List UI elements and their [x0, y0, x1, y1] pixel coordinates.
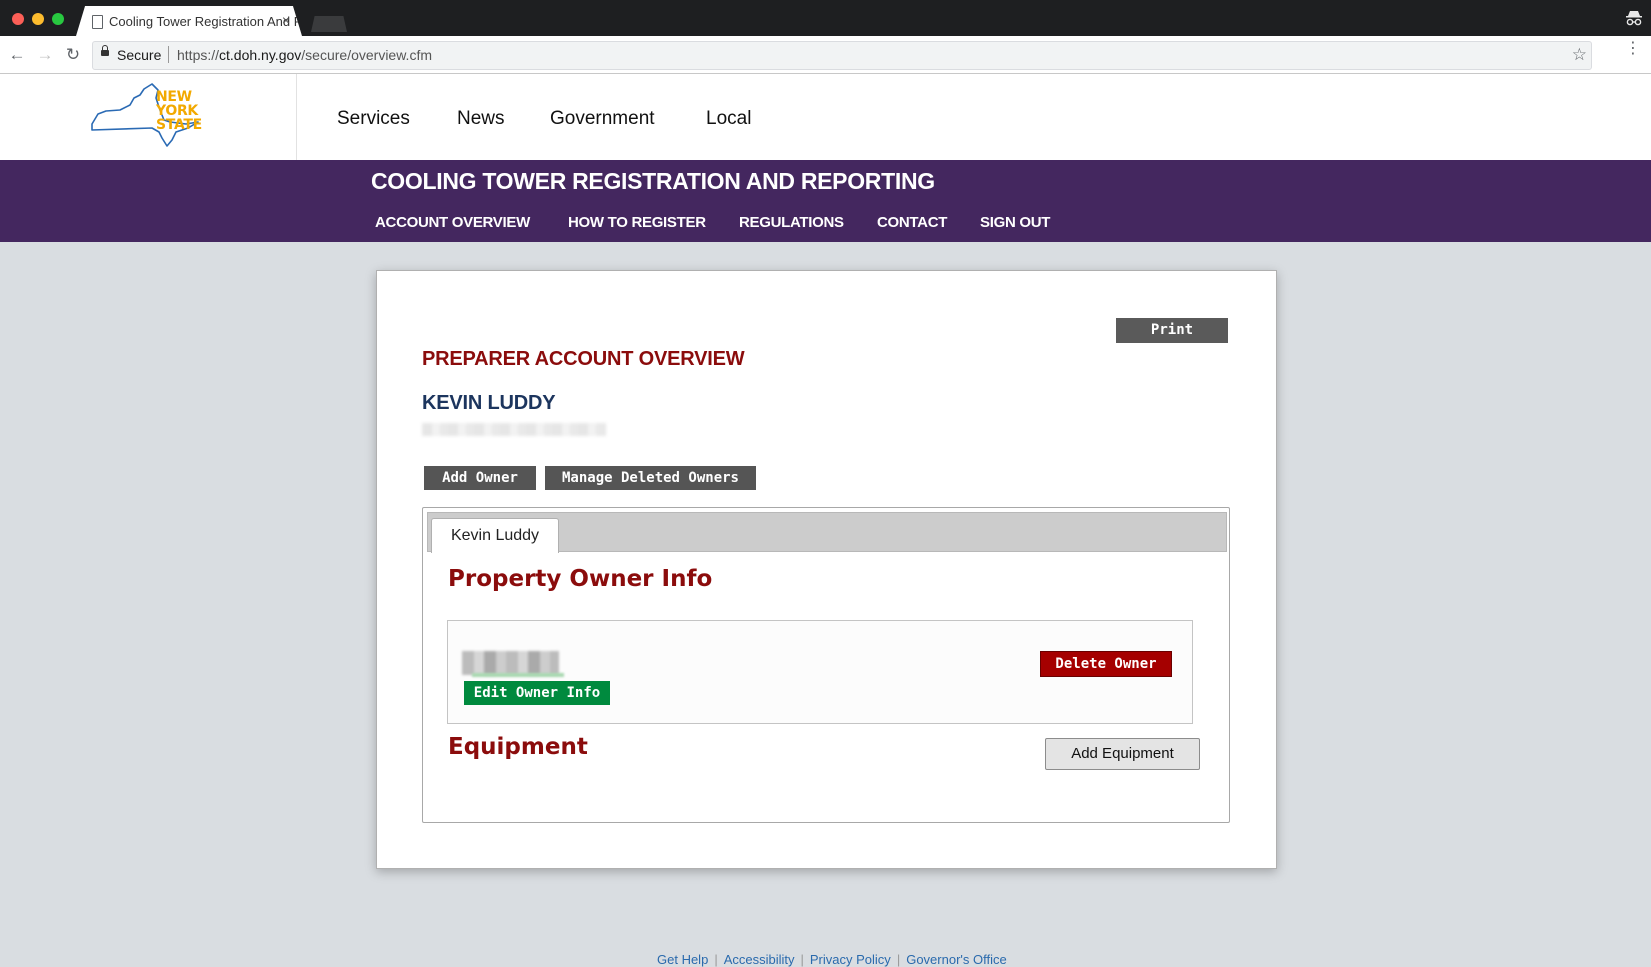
url-text: https://ct.doh.ny.gov/secure/overview.cf…: [177, 47, 432, 63]
subnav-account-overview[interactable]: ACCOUNT OVERVIEW: [375, 214, 530, 231]
page-title: PREPARER ACCOUNT OVERVIEW: [422, 348, 745, 370]
browser-toolbar: ← → ↻ Secure https://ct.doh.ny.gov/secur…: [0, 36, 1651, 74]
owner-tabs-panel: Kevin Luddy Property Owner Info Edit Own…: [422, 507, 1230, 823]
owner-tabs-bar: Kevin Luddy: [427, 512, 1227, 553]
url-separator: [168, 46, 169, 63]
url-host: ct.doh.ny.gov: [219, 47, 302, 63]
subnav-how-to-register[interactable]: HOW TO REGISTER: [568, 214, 706, 231]
nav-local[interactable]: Local: [706, 108, 751, 130]
lock-icon: [101, 45, 109, 56]
logo-line-new: NEW: [156, 89, 192, 105]
url-path: /secure/overview.cfm: [301, 47, 432, 63]
add-equipment-button[interactable]: Add Equipment: [1045, 738, 1200, 770]
app-title: COOLING TOWER REGISTRATION AND REPORTING: [371, 168, 935, 194]
bookmark-star-icon[interactable]: ☆: [1572, 45, 1587, 65]
address-bar[interactable]: Secure https://ct.doh.ny.gov/secure/over…: [92, 41, 1592, 70]
forward-arrow-icon[interactable]: →: [34, 44, 56, 66]
logo-line-york: YORK: [156, 103, 198, 119]
app-banner: COOLING TOWER REGISTRATION AND REPORTING…: [0, 160, 1651, 242]
nav-news[interactable]: News: [457, 108, 505, 130]
edit-owner-info-button[interactable]: Edit Owner Info: [464, 681, 610, 705]
nys-header: NEW YORK STATE Services News Government …: [0, 74, 1651, 160]
owner-info-box: Edit Owner Info Delete Owner: [447, 620, 1193, 724]
manage-deleted-owners-button[interactable]: Manage Deleted Owners: [545, 466, 756, 490]
browser-menu-icon[interactable]: ⋮: [1625, 41, 1641, 57]
subnav-regulations[interactable]: REGULATIONS: [739, 214, 844, 231]
tab-close-icon[interactable]: ×: [282, 12, 290, 28]
subnav-contact[interactable]: CONTACT: [877, 214, 947, 231]
nav-government[interactable]: Government: [550, 108, 655, 130]
preparer-name: KEVIN LUDDY: [422, 392, 556, 414]
add-owner-button[interactable]: Add Owner: [424, 466, 536, 490]
nys-logo[interactable]: NEW YORK STATE: [0, 74, 297, 160]
print-button[interactable]: Print: [1116, 318, 1228, 343]
account-overview-card: Print PREPARER ACCOUNT OVERVIEW KEVIN LU…: [376, 270, 1277, 869]
new-tab-button[interactable]: [311, 16, 347, 32]
url-scheme: https://: [177, 47, 220, 63]
equipment-heading: Equipment: [448, 734, 588, 760]
close-window-button[interactable]: [12, 13, 24, 25]
nav-services[interactable]: Services: [337, 108, 410, 130]
minimize-window-button[interactable]: [32, 13, 44, 25]
reload-icon[interactable]: ↻: [62, 44, 84, 66]
property-owner-info-heading: Property Owner Info: [448, 566, 713, 592]
subnav-sign-out[interactable]: SIGN OUT: [980, 214, 1050, 231]
secure-label: Secure: [117, 47, 162, 63]
browser-tab[interactable]: Cooling Tower Registration And Reporting…: [76, 6, 302, 36]
redacted-email: [422, 423, 606, 436]
incognito-icon: [1626, 11, 1642, 26]
back-arrow-icon[interactable]: ←: [6, 44, 28, 66]
logo-line-state: STATE: [156, 117, 202, 133]
browser-titlebar: Cooling Tower Registration And Reporting…: [0, 0, 1651, 36]
delete-owner-button[interactable]: Delete Owner: [1040, 651, 1172, 677]
page-icon: [92, 15, 103, 29]
redacted-owner-name: [462, 651, 559, 675]
tab-kevin-luddy[interactable]: Kevin Luddy: [431, 518, 559, 553]
logo-text: NEW YORK STATE: [156, 90, 202, 132]
redacted-underline: [472, 673, 564, 677]
maximize-window-button[interactable]: [52, 13, 64, 25]
